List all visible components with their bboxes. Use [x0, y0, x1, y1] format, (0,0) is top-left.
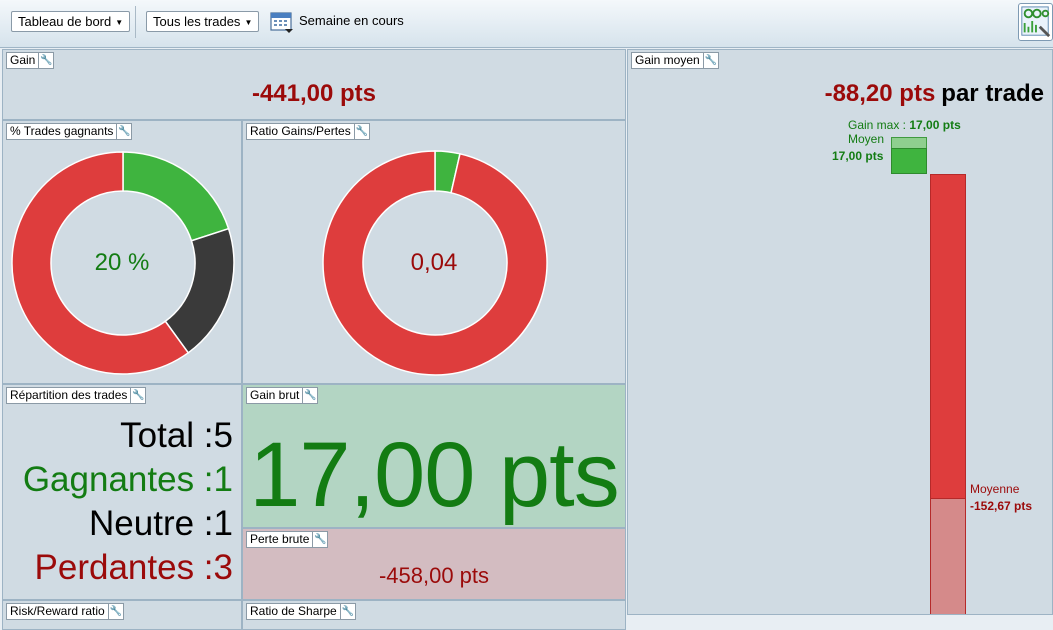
ratio-value: 0,04 [410, 249, 458, 276]
calendar-icon[interactable] [270, 10, 294, 34]
win-bar-avg [891, 148, 927, 174]
avg-gain-suffix: par trade [941, 80, 1044, 107]
neutral-label: Neutre : [89, 504, 214, 543]
distribution-panel: Répartition des trades 🔧 Total :5 Gagnant… [2, 384, 242, 600]
trades-filter-dropdown[interactable]: Tous les trades ▼ [146, 11, 260, 32]
panel-title[interactable]: Risk/Reward ratio 🔧 [6, 603, 124, 620]
ratio-panel: Ratio Gains/Pertes 🔧 0,04 [242, 120, 626, 384]
wrench-icon[interactable]: 🔧 [302, 388, 317, 403]
trades-filter-label: Tous les trades [153, 14, 241, 29]
panel-title[interactable]: Perte brute 🔧 [246, 531, 329, 548]
neutral-count: 1 [213, 504, 233, 543]
period-label[interactable]: Semaine en cours [299, 13, 404, 28]
gross-gain-panel: Gain brut 🔧 17,00 pts [242, 384, 626, 528]
risk-reward-panel: Risk/Reward ratio 🔧 [2, 600, 242, 630]
gain-panel: Gain 🔧 -441,00 pts [2, 49, 626, 120]
gain-value: -441,00 pts [251, 80, 377, 107]
win-rate-panel: % Trades gagnants 🔧 20 % [2, 120, 242, 384]
panel-title-label: Répartition des trades [10, 388, 128, 402]
avg-gain-value: -88,20 pts par trade [825, 80, 1044, 108]
avg-gain-number: -88,20 pts [824, 80, 936, 107]
loss-avg-caption: Moyenne [970, 482, 1020, 496]
win-avg-value: 17,00 pts [832, 149, 884, 163]
winners-count: 1 [213, 460, 233, 499]
dashboard-settings-icon[interactable] [1018, 3, 1053, 41]
win-rate-value: 20 % [94, 249, 150, 276]
win-avg-caption: Moyen [848, 132, 885, 146]
wrench-icon[interactable]: 🔧 [339, 604, 355, 619]
dashboard-dropdown-label: Tableau de bord [18, 14, 112, 29]
avg-gain-panel: Gain moyen 🔧 -88,20 pts par trade Gain max… [627, 49, 1053, 615]
sharpe-panel: Ratio de Sharpe 🔧 [242, 600, 626, 630]
panel-title-label: Perte brute [250, 532, 310, 546]
loss-bar-avg-zone [930, 498, 966, 614]
panel-title[interactable]: Ratio de Sharpe 🔧 [246, 603, 356, 620]
total-label: Total : [120, 416, 214, 455]
toolbar: Tableau de bord ▼ Tous les trades ▼ Semain… [0, 0, 1053, 48]
caret-down-icon: ▼ [244, 18, 253, 27]
panel-title[interactable]: Gain moyen 🔧 [631, 52, 719, 69]
losers-label: Perdantes : [34, 548, 214, 587]
toolbar-separator [135, 6, 136, 38]
gross-loss-panel: Perte brute 🔧 -458,00 pts [242, 528, 626, 600]
wrench-icon[interactable]: 🔧 [38, 53, 53, 68]
wrench-icon[interactable]: 🔧 [312, 532, 327, 547]
donut-slice-gagnantes [122, 151, 230, 242]
gross-loss-value: -458,00 pts [378, 563, 490, 588]
winners-line: Gagnantes :1 [23, 460, 233, 500]
total-line: Total :5 [120, 416, 233, 456]
winners-label: Gagnantes : [22, 460, 214, 499]
max-gain-label: Gain max : 17,00 pts [848, 118, 961, 132]
panel-title-label: Ratio de Sharpe [250, 604, 337, 618]
panel-title[interactable]: Gain 🔧 [6, 52, 55, 69]
panel-title-label: Gain moyen [635, 53, 700, 67]
neutral-line: Neutre :1 [89, 504, 233, 544]
wrench-icon[interactable]: 🔧 [130, 388, 145, 403]
wrench-icon[interactable]: 🔧 [702, 53, 718, 68]
gross-gain-value: 17,00 pts [249, 424, 620, 526]
wrench-icon[interactable]: 🔧 [107, 604, 123, 619]
dashboard-dropdown[interactable]: Tableau de bord ▼ [11, 11, 131, 32]
max-gain-amount: 17,00 pts [909, 118, 961, 132]
caret-down-icon: ▼ [115, 18, 124, 27]
losers-count: 3 [213, 548, 233, 587]
total-count: 5 [213, 416, 233, 455]
panel-title-label: Gain [10, 53, 36, 67]
losers-line: Perdantes :3 [35, 548, 233, 588]
max-gain-caption: Gain max : [848, 118, 907, 132]
panel-title[interactable]: Gain brut 🔧 [246, 387, 319, 404]
panel-title[interactable]: Répartition des trades 🔧 [6, 387, 147, 404]
panel-title-label: Risk/Reward ratio [10, 604, 105, 618]
panel-title-label: Gain brut [250, 388, 300, 402]
loss-avg-value: -152,67 pts [970, 499, 1033, 513]
